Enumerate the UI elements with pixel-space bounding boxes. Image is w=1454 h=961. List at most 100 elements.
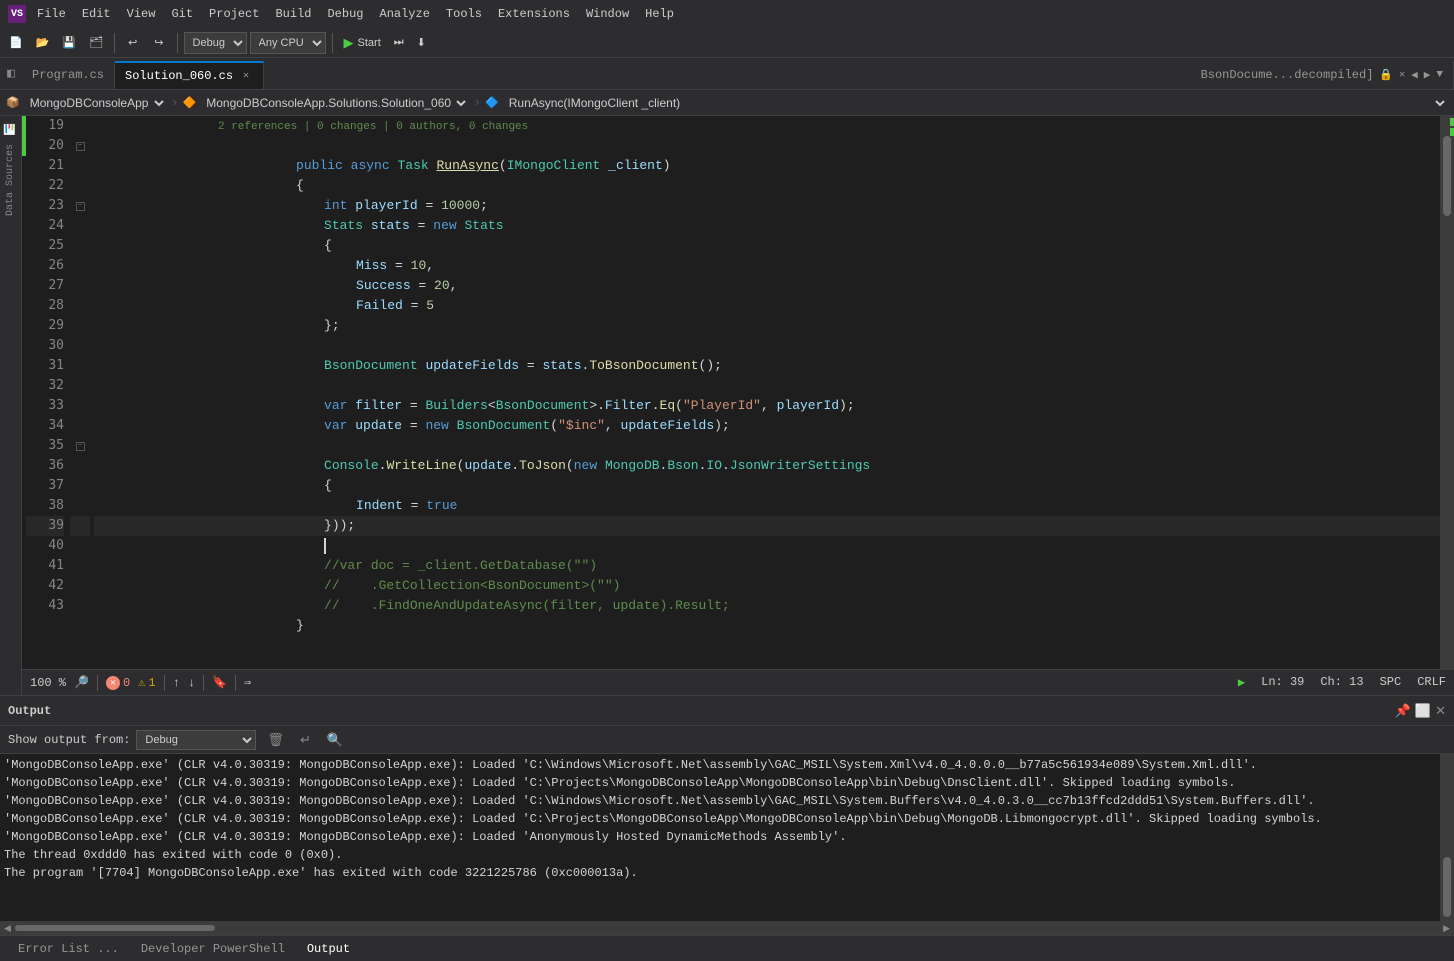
toolbar-sep1 xyxy=(114,33,115,53)
zoom-icon[interactable]: 🔎 xyxy=(74,675,89,690)
scrollbar-indicator-2 xyxy=(1450,128,1454,136)
method-dropdown[interactable]: RunAsync(IMongoClient _client) xyxy=(503,93,1448,113)
tab-nav-left[interactable]: ◀ xyxy=(1411,68,1418,82)
output-panel-header: Output 📌 ⬜ ✕ xyxy=(0,696,1454,726)
line-num-36: 36 xyxy=(26,456,64,476)
menu-git[interactable]: Git xyxy=(164,5,200,23)
menu-view[interactable]: View xyxy=(120,5,163,23)
output-content-area: 'MongoDBConsoleApp.exe' (CLR v4.0.30319:… xyxy=(0,754,1454,921)
tab-program[interactable]: Program.cs xyxy=(22,61,115,89)
open-btn[interactable]: 📂 xyxy=(31,33,55,52)
error-indicator[interactable]: ✕ 0 xyxy=(106,676,130,690)
encoding-indicator[interactable]: SPC xyxy=(1380,675,1402,690)
nav-icon: 📦 xyxy=(6,96,20,110)
menu-file[interactable]: File xyxy=(30,5,73,23)
play-icon-status[interactable]: ▶ xyxy=(1238,675,1245,690)
tab-program-label: Program.cs xyxy=(32,68,104,82)
debug-config-dropdown[interactable]: Debug xyxy=(184,32,247,54)
expand-20[interactable]: − xyxy=(76,142,85,151)
left-panel-icon[interactable]: ◧ xyxy=(0,57,22,89)
tab-nav-right[interactable]: ▶ xyxy=(1424,68,1431,82)
nav-up[interactable]: ↑ xyxy=(173,676,180,690)
line-ending-indicator[interactable]: CRLF xyxy=(1417,675,1446,690)
right-scrollbar[interactable] xyxy=(1440,116,1454,669)
filter-icon[interactable]: ⇒ xyxy=(244,675,251,690)
editor-container: 19 20 21 22 23 24 25 26 27 28 29 30 31 3… xyxy=(22,116,1454,695)
menu-build[interactable]: Build xyxy=(268,5,318,23)
warning-indicator[interactable]: ⚠ 1 xyxy=(138,675,155,690)
h-scroll-right[interactable]: ▶ xyxy=(1439,923,1454,934)
output-clear-btn[interactable]: 🗑 xyxy=(262,730,289,750)
output-scrollbar[interactable] xyxy=(1440,754,1454,921)
menu-tools[interactable]: Tools xyxy=(439,5,489,23)
expand-35[interactable]: − xyxy=(76,442,85,451)
toolbar-sep3 xyxy=(332,33,333,53)
output-find-btn[interactable]: 🔍 xyxy=(322,730,348,750)
line-num-22: 22 xyxy=(26,176,64,196)
output-panel: Output 📌 ⬜ ✕ Show output from: Debug 🗑 ↵… xyxy=(0,695,1454,935)
output-scrollbar-thumb[interactable] xyxy=(1443,857,1451,917)
gutter: − − − xyxy=(70,116,90,669)
output-toggle-word-wrap[interactable]: ↵ xyxy=(295,730,316,750)
menu-edit[interactable]: Edit xyxy=(75,5,118,23)
menu-window[interactable]: Window xyxy=(579,5,636,23)
line-num-24: 24 xyxy=(26,216,64,236)
output-close-btn[interactable]: ✕ xyxy=(1435,703,1446,719)
sidebar-server-explorer-icon[interactable]: 📊 xyxy=(3,120,18,140)
line-num-32: 32 xyxy=(26,376,64,396)
bookmark-icon[interactable]: 🔖 xyxy=(212,675,227,690)
h-scroll-left[interactable]: ◀ xyxy=(0,923,15,934)
code-content[interactable]: 2 references | 0 changes | 0 authors, 0 … xyxy=(90,116,1440,669)
menu-analyze[interactable]: Analyze xyxy=(373,5,437,23)
tab-solution-close[interactable]: ✕ xyxy=(239,69,253,83)
output-h-scrollbar[interactable]: ◀ ▶ xyxy=(0,921,1454,935)
step-over-btn[interactable]: ⏭ xyxy=(389,33,409,52)
scrollbar-thumb[interactable] xyxy=(1443,136,1451,216)
save-btn[interactable]: 💾 xyxy=(57,33,81,52)
output-pin-btn[interactable]: 📌 xyxy=(1395,703,1411,719)
nav-namespace-icon: 🔶 xyxy=(183,96,197,110)
bottom-tab-powershell[interactable]: Developer PowerShell xyxy=(131,939,295,959)
platform-dropdown[interactable]: Any CPU xyxy=(250,32,326,54)
sidebar-data-sources-label[interactable]: Data Sources xyxy=(5,140,16,220)
step-in-btn[interactable]: ⬇ xyxy=(412,33,431,52)
bottom-tab-output[interactable]: Output xyxy=(297,939,360,959)
code-line-32: var filter = Builders<BsonDocument>.Filt… xyxy=(94,376,1440,396)
tab-solution[interactable]: Solution_060.cs ✕ xyxy=(115,61,264,89)
line-num-35: 35 xyxy=(26,436,64,456)
output-float-btn[interactable]: ⬜ xyxy=(1415,703,1431,719)
tab-overflow[interactable]: ▼ xyxy=(1436,69,1443,81)
tab-decompiled[interactable]: BsonDocume...decompiled] 🔒 ✕ ◀ ▶ ▼ xyxy=(1191,61,1454,89)
line-num-21: 21 xyxy=(26,156,64,176)
tab-decompiled-close[interactable]: ✕ xyxy=(1399,69,1405,81)
line-numbers: 19 20 21 22 23 24 25 26 27 28 29 30 31 3… xyxy=(26,116,70,669)
zoom-level[interactable]: 100 % xyxy=(30,676,66,690)
title-bar: VS File Edit View Git Project Build Debu… xyxy=(0,0,1454,28)
nav-sep2: › xyxy=(473,95,481,110)
namespace-dropdown[interactable]: MongoDBConsoleApp.Solutions.Solution_060 xyxy=(200,93,469,113)
nav-down[interactable]: ↓ xyxy=(188,676,195,690)
redo-btn[interactable]: ↪ xyxy=(147,33,170,52)
save-all-btn[interactable]: 🗂 xyxy=(84,33,108,52)
menu-debug[interactable]: Debug xyxy=(320,5,370,23)
project-dropdown[interactable]: MongoDBConsoleApp xyxy=(24,93,167,113)
expand-23[interactable]: − xyxy=(76,202,85,211)
menu-extensions[interactable]: Extensions xyxy=(491,5,577,23)
output-content[interactable]: 'MongoDBConsoleApp.exe' (CLR v4.0.30319:… xyxy=(0,754,1440,921)
bottom-tab-error-list[interactable]: Error List ... xyxy=(8,939,129,959)
new-project-btn[interactable]: 📄 xyxy=(4,33,28,52)
undo-btn[interactable]: ↩ xyxy=(121,33,144,52)
bottom-tabs-bar: Error List ... Developer PowerShell Outp… xyxy=(0,935,1454,961)
menu-help[interactable]: Help xyxy=(638,5,681,23)
output-source-select[interactable]: Debug xyxy=(136,730,256,750)
menu-project[interactable]: Project xyxy=(202,5,266,23)
line-num-41: 41 xyxy=(26,556,64,576)
ch-indicator[interactable]: Ch: 13 xyxy=(1320,675,1363,690)
ln-indicator[interactable]: Ln: 39 xyxy=(1261,675,1304,690)
output-line-7: The program '[7704] MongoDBConsoleApp.ex… xyxy=(4,864,1436,882)
line-num-37: 37 xyxy=(26,476,64,496)
ref-hint: 2 references | 0 changes | 0 authors, 0 … xyxy=(94,116,1440,136)
code-editor[interactable]: 19 20 21 22 23 24 25 26 27 28 29 30 31 3… xyxy=(22,116,1454,669)
h-scroll-thumb[interactable] xyxy=(15,925,215,931)
start-btn[interactable]: ▶ Start xyxy=(339,32,386,54)
